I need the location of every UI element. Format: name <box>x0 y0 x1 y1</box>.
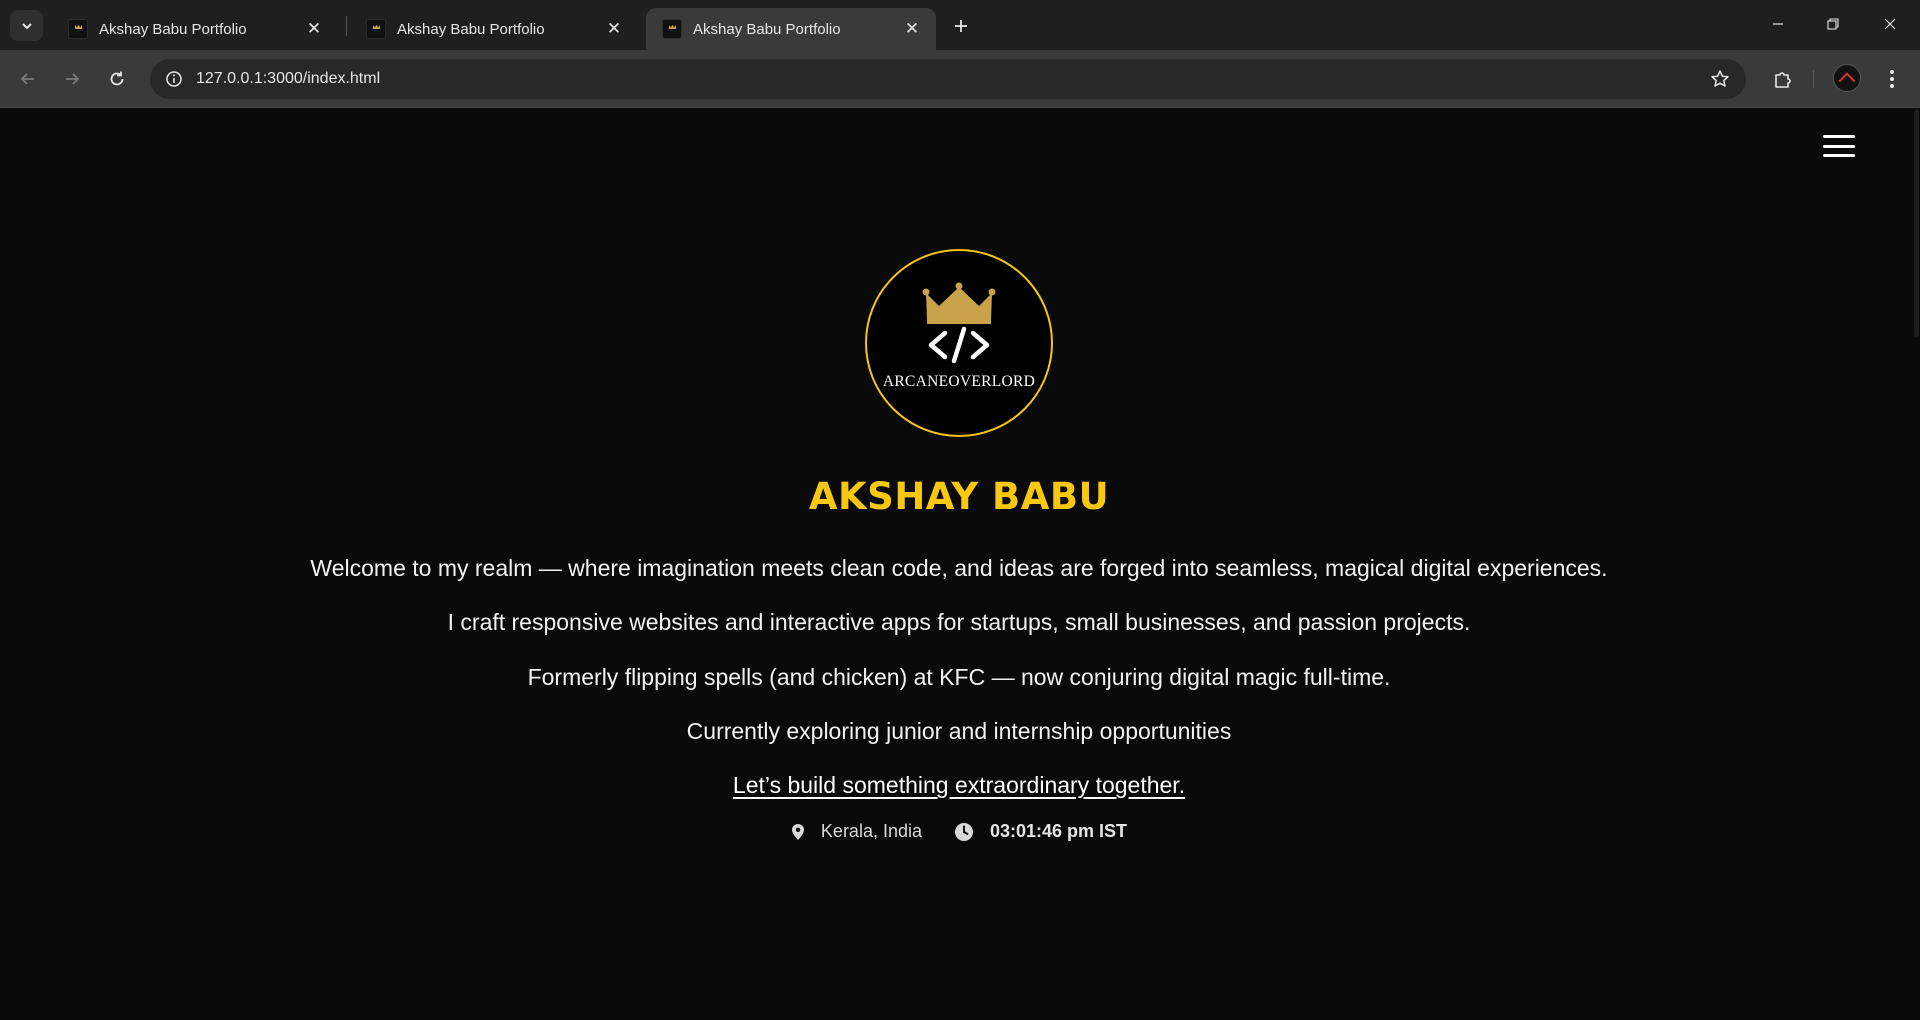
intro-line-3: Formerly flipping spells (and chicken) a… <box>527 664 1391 690</box>
close-tab-icon[interactable]: ✕ <box>604 19 624 39</box>
forward-icon <box>66 73 80 85</box>
hamburger-bar <box>1823 144 1855 148</box>
tab-title: Akshay Babu Portfolio <box>99 20 247 38</box>
address-bar[interactable]: 127.0.0.1:3000/index.html <box>150 59 1746 99</box>
local-time: 03:01:46 pm IST <box>990 821 1128 841</box>
tab-1[interactable]: Akshay Babu Portfolio ✕ <box>52 8 338 50</box>
tab-search-button[interactable] <box>10 10 43 41</box>
location-time-row: Kerala, India 03:01:46 pm IST <box>0 821 1918 842</box>
intro-line-4: Currently exploring junior and internshi… <box>686 718 1232 744</box>
profile-avatar[interactable] <box>1833 64 1861 92</box>
plus-icon <box>955 20 967 32</box>
extensions-icon <box>1775 72 1791 88</box>
bookmark-star-icon <box>1711 70 1729 87</box>
site-logo: ARCANEOVERLORD <box>865 249 1053 437</box>
minimize-icon <box>1773 23 1783 25</box>
info-icon <box>166 71 182 87</box>
close-window-button[interactable] <box>1872 10 1908 38</box>
cta-link[interactable]: Let’s build something extraordinary toge… <box>0 772 1918 799</box>
new-tab-button[interactable] <box>947 12 975 40</box>
restore-button[interactable] <box>1815 10 1851 38</box>
logo-wordmark: ARCANEOVERLORD <box>882 373 1036 390</box>
restore-icon <box>1827 18 1839 30</box>
kebab-menu-icon <box>1890 70 1894 88</box>
location-pin-icon <box>791 823 805 841</box>
hamburger-bar <box>1823 135 1855 138</box>
tab-divider <box>346 16 347 36</box>
code-brackets-icon <box>928 326 990 364</box>
favicon-icon <box>68 19 88 39</box>
tab-title: Akshay Babu Portfolio <box>693 20 841 38</box>
back-icon <box>20 73 34 85</box>
site-info-button[interactable] <box>160 65 188 93</box>
browser-toolbar: 127.0.0.1:3000/index.html <box>0 50 1920 108</box>
scrollbar[interactable] <box>1913 109 1920 1020</box>
clock-icon <box>954 822 974 842</box>
tab-2[interactable]: Akshay Babu Portfolio ✕ <box>350 8 638 50</box>
location-text: Kerala, India <box>820 821 922 841</box>
tab-3-active[interactable]: Akshay Babu Portfolio ✕ <box>646 8 936 50</box>
scrollbar-thumb[interactable] <box>1914 109 1919 337</box>
tab-title: Akshay Babu Portfolio <box>397 20 545 38</box>
toolbar-divider <box>1813 70 1814 88</box>
url-text[interactable]: 127.0.0.1:3000/index.html <box>196 70 380 88</box>
chevron-down-icon <box>21 22 32 29</box>
hamburger-bar <box>1823 154 1855 157</box>
page-viewport: ARCANEOVERLORD AKSHAY BABU Welcome to my… <box>0 109 1920 1020</box>
reload-button[interactable] <box>101 63 133 95</box>
minimize-button[interactable] <box>1760 10 1796 38</box>
crown-icon <box>922 282 996 324</box>
favicon-icon <box>366 19 386 39</box>
tab-strip: Akshay Babu Portfolio ✕ Akshay Babu Port… <box>0 0 1920 50</box>
reload-icon <box>110 71 124 86</box>
browser-menu-button[interactable] <box>1876 63 1908 95</box>
bookmark-button[interactable] <box>1708 67 1732 91</box>
close-tab-icon[interactable]: ✕ <box>304 19 324 39</box>
extensions-button[interactable] <box>1767 63 1799 95</box>
forward-button[interactable] <box>56 63 88 95</box>
favicon-icon <box>662 19 682 39</box>
intro-line-2: I craft responsive websites and interact… <box>447 609 1471 635</box>
back-button[interactable] <box>12 63 44 95</box>
hero-name: AKSHAY BABU <box>808 475 1110 518</box>
hamburger-menu-button[interactable] <box>1823 135 1855 157</box>
crown-code-emblem <box>922 282 996 364</box>
intro-line-1: Welcome to my realm — where imagination … <box>310 555 1608 581</box>
close-icon <box>1884 18 1896 30</box>
close-tab-icon[interactable]: ✕ <box>902 19 922 39</box>
